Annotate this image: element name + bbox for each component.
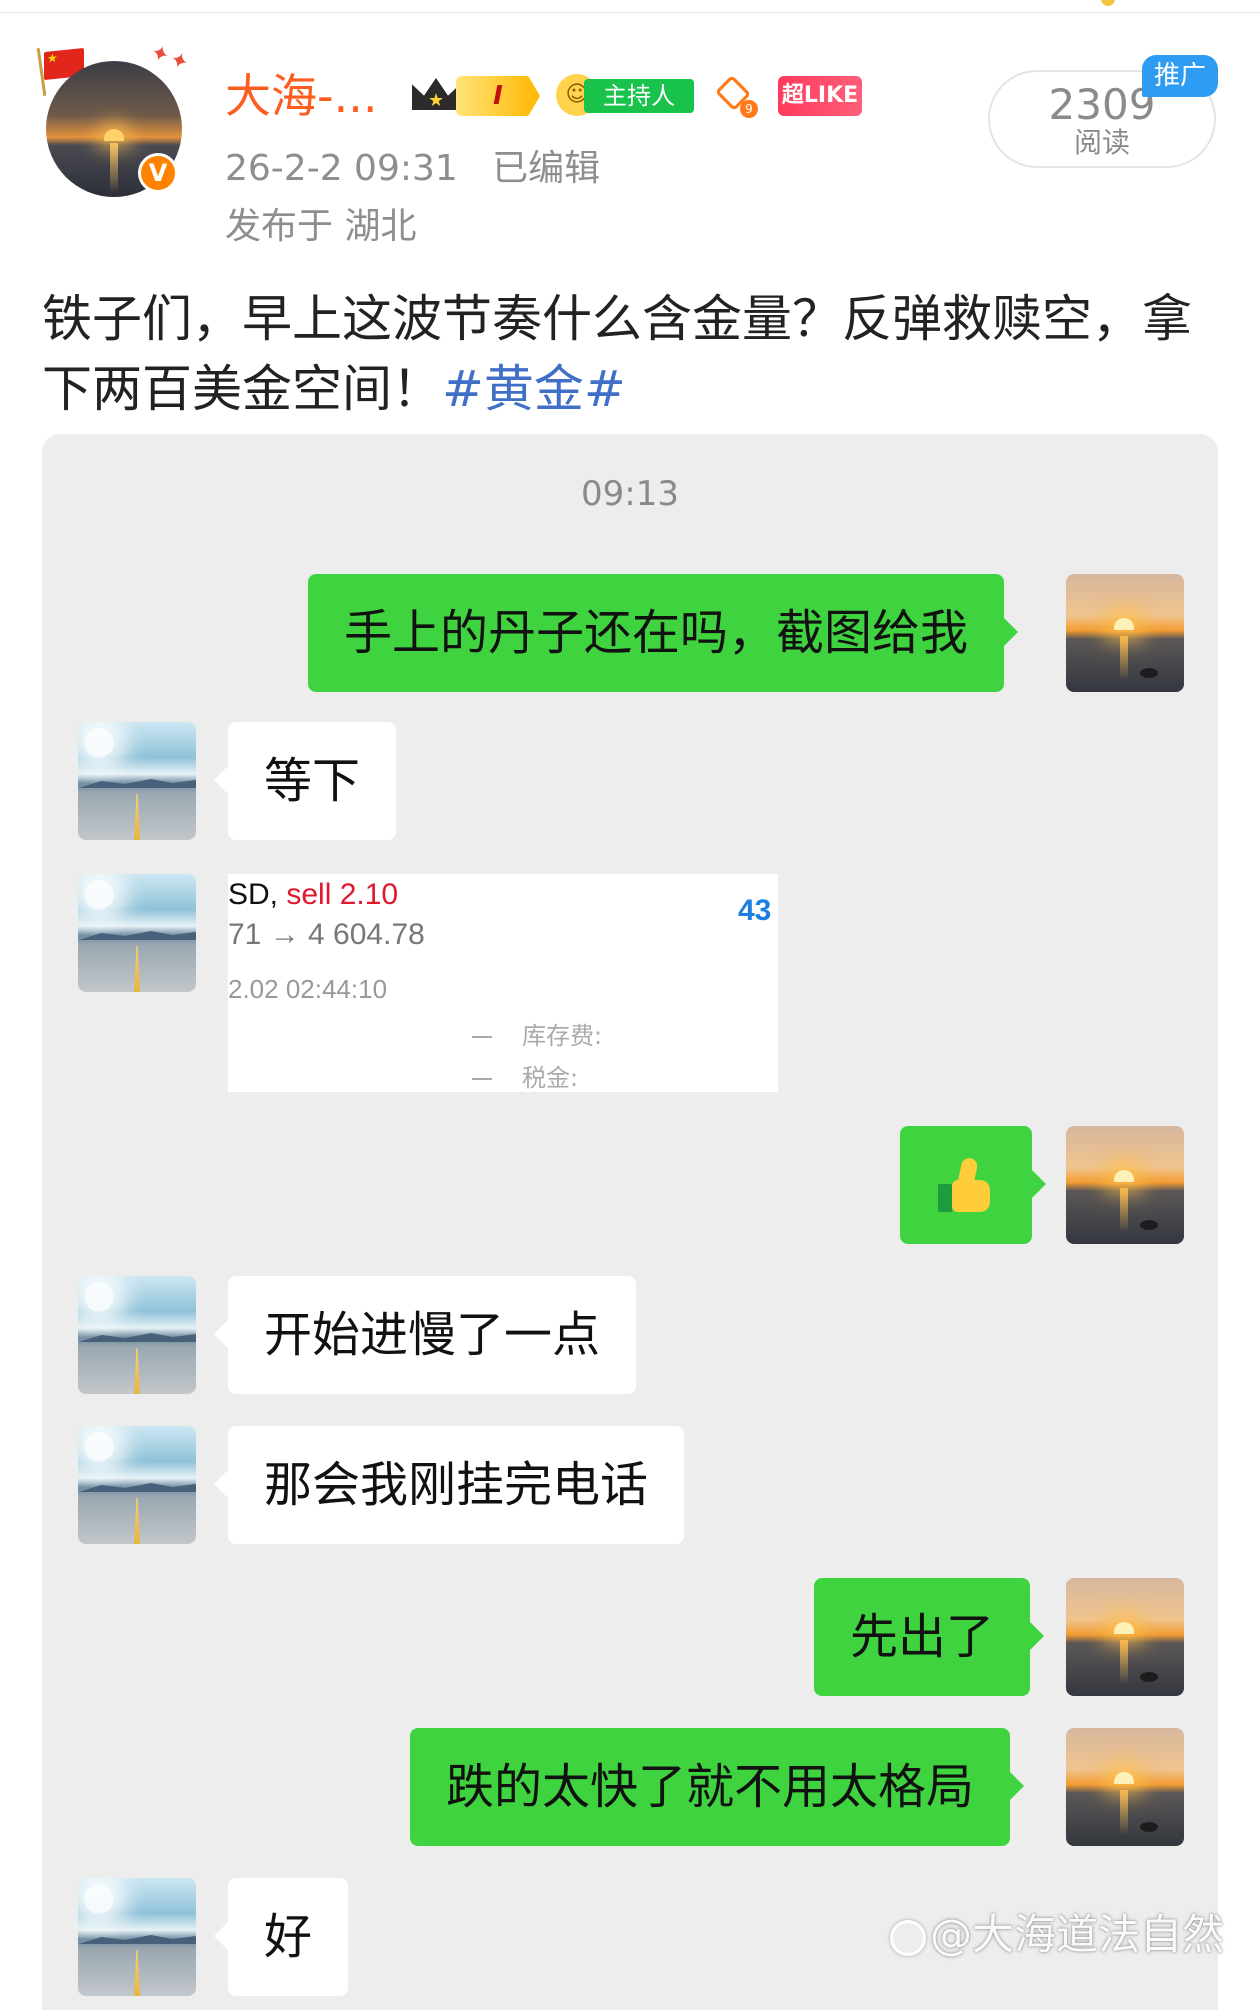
top-divider	[0, 0, 1260, 13]
chat-message-right	[900, 1126, 1046, 1244]
chat-message-left: 开始进慢了一点	[213, 1276, 637, 1394]
trade-swap-row: 库存费:	[472, 1016, 602, 1051]
crown-icon[interactable]: ★	[408, 72, 464, 116]
superlike-badge[interactable]: 超LIKE	[778, 76, 862, 116]
diamond-badge-icon[interactable]: 9	[712, 72, 760, 118]
chat-message-right: 跌的太快了就不用太格局	[410, 1728, 1025, 1846]
post-text: 铁子们，早上这波节奏什么含金量？反弹救赎空，拿下两百美金空间！#黄金#	[42, 284, 1222, 424]
my-avatar	[1066, 1578, 1184, 1696]
trade-tax-row: 税金:	[472, 1058, 578, 1092]
chat-message-right: 先出了	[814, 1578, 1045, 1696]
verified-badge-icon: V	[138, 153, 178, 193]
hashtag-link[interactable]: #黄金#	[442, 360, 626, 418]
chat-message-left: 好	[213, 1878, 349, 1996]
post-timestamp: 26-2-2 09:31	[225, 148, 458, 189]
chat-timestamp: 09:13	[581, 474, 679, 514]
top-indicator-icon	[1101, 0, 1115, 6]
my-avatar	[1066, 574, 1184, 692]
trade-datetime: 2.02 02:44:10	[228, 974, 388, 1004]
post-meta: 26-2-2 09:31 已编辑	[225, 146, 600, 192]
trade-number: 43	[738, 894, 772, 927]
my-avatar	[1066, 1728, 1184, 1846]
thumbs-up-icon	[936, 1154, 996, 1214]
edited-label[interactable]: 已编辑	[492, 148, 600, 189]
post-location: 发布于 湖北	[225, 206, 417, 247]
trade-screenshot[interactable]: SD, sell 2.10 71 → 4 604.78 43 2.02 02:4…	[228, 874, 778, 1092]
decoration-icon: ✦✦	[146, 39, 194, 78]
my-avatar	[1066, 1126, 1184, 1244]
weibo-logo-icon	[890, 1919, 926, 1956]
level-badge[interactable]: I	[456, 76, 540, 116]
read-label: 阅读	[1073, 126, 1130, 159]
trade-title: SD, sell 2.10	[228, 878, 399, 911]
username[interactable]: 大海-...	[225, 66, 377, 126]
promote-badge[interactable]: 推广	[1142, 55, 1218, 97]
contact-avatar	[78, 1878, 196, 1996]
watermark: @大海道法自然	[890, 1910, 1224, 1960]
contact-avatar	[78, 874, 196, 992]
contact-avatar	[78, 1426, 196, 1544]
contact-avatar	[78, 722, 196, 840]
trade-prices: 71 → 4 604.78	[228, 918, 425, 951]
chat-message-left: 那会我刚挂完电话	[213, 1426, 685, 1544]
trade-side: sell 2.10	[286, 878, 399, 911]
chat-screenshot[interactable]: 09:13 手上的丹子还在吗，截图给我 等下 SD, sell 2.10 71 …	[42, 434, 1218, 2010]
chat-message-left: 等下	[213, 722, 397, 840]
host-badge[interactable]: ☺ 主持人	[556, 74, 694, 116]
chat-message-right: 手上的丹子还在吗，截图给我	[308, 574, 1019, 692]
contact-avatar	[78, 1276, 196, 1394]
